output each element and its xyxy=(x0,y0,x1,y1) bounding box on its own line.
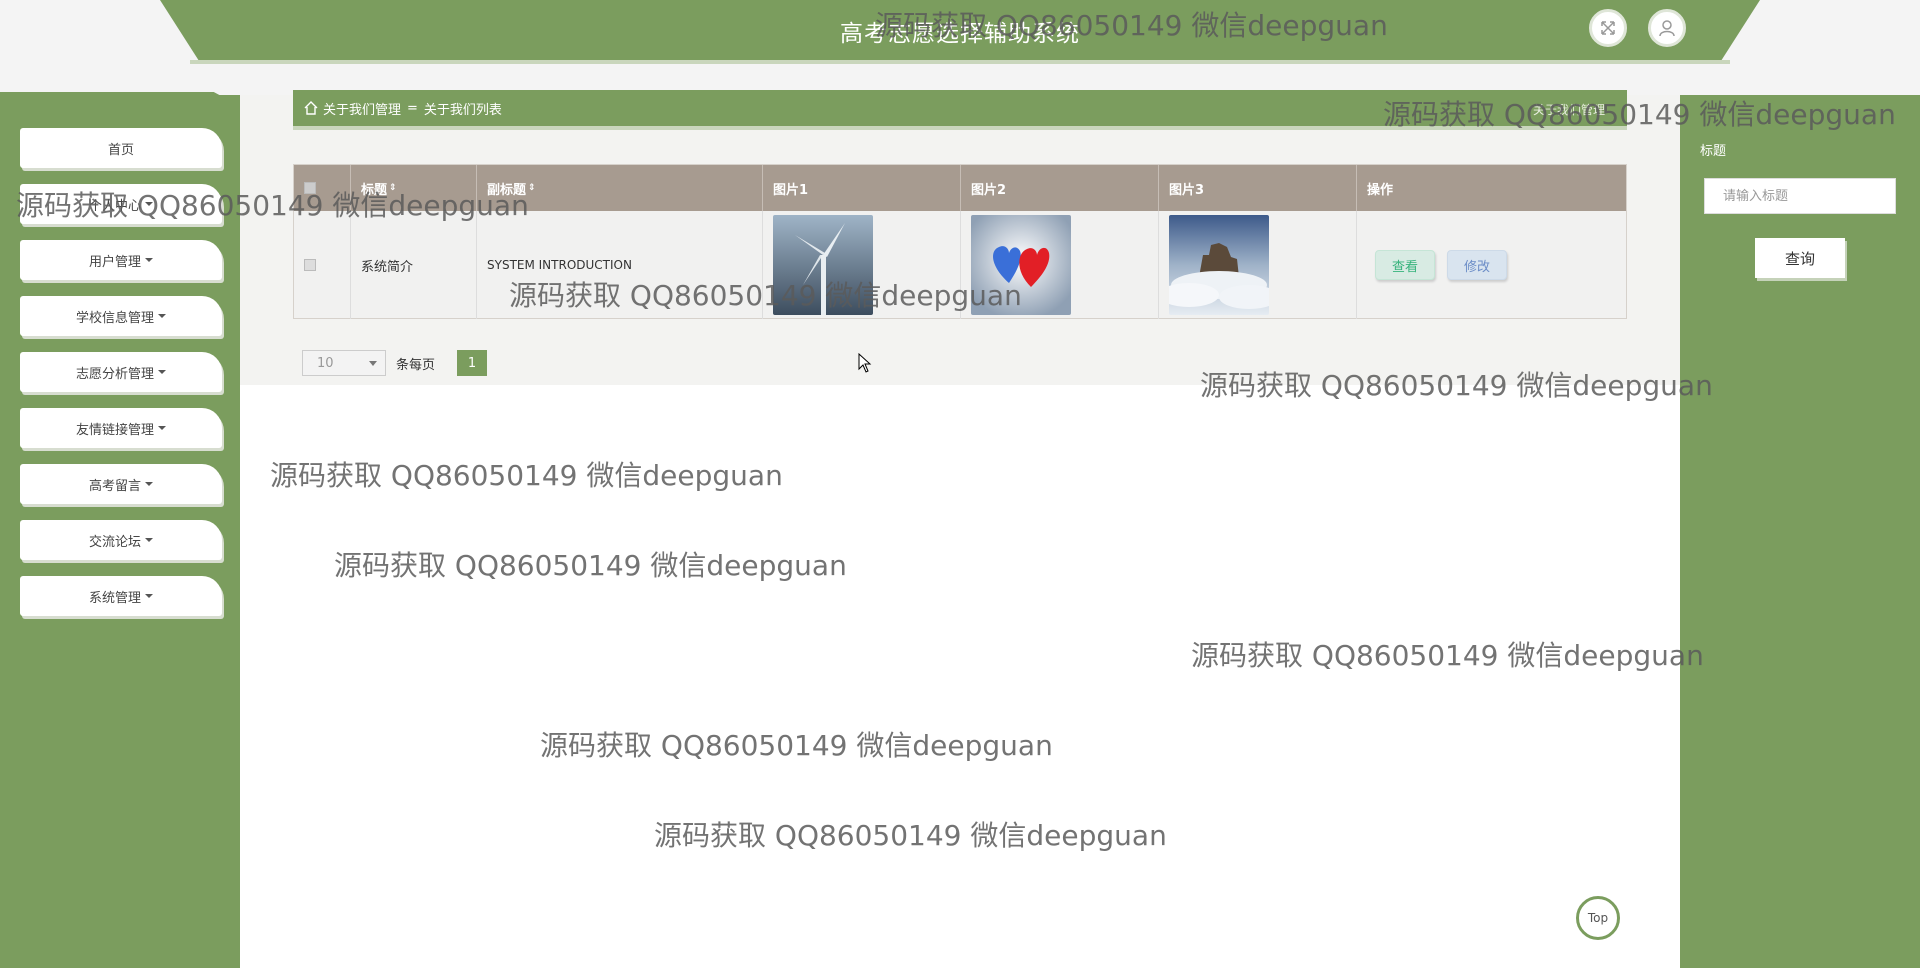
search-button[interactable]: 查询 xyxy=(1755,238,1845,278)
breadcrumb-parent[interactable]: 关于我们管理 xyxy=(323,99,401,118)
sidebar-item[interactable]: 系统管理 xyxy=(20,576,222,616)
breadcrumb-separator: = xyxy=(407,100,418,116)
page-size-select[interactable]: 10 xyxy=(302,350,386,376)
back-to-top-button[interactable]: Top xyxy=(1576,896,1620,940)
search-panel xyxy=(1680,95,1920,968)
sidebar-item-label: 高考留言 xyxy=(88,478,141,494)
row-actions-cell: 查看 修改 xyxy=(1357,211,1626,319)
search-label: 标题 xyxy=(1700,144,1727,159)
app-title: 高考志愿选择辅助系统 xyxy=(840,21,1080,47)
sidebar-item[interactable]: 个人中心 xyxy=(20,184,222,224)
sidebar-item-label: 学校信息管理 xyxy=(75,310,154,326)
row-select-cell xyxy=(294,211,351,319)
column-label: 图片2 xyxy=(971,182,1007,198)
sidebar-item[interactable]: 交流论坛 xyxy=(20,520,222,560)
column-label: 操作 xyxy=(1367,182,1394,198)
breadcrumb-current: 关于我们列表 xyxy=(423,102,502,118)
table-header: 标题 ⇕ 副标题 ⇕ 图片1 图片2 图片3 操作 xyxy=(294,165,1626,211)
column-label: 标题 xyxy=(361,182,388,198)
column-header-title[interactable]: 标题 ⇕ xyxy=(351,165,477,211)
row-image2-cell xyxy=(961,211,1159,319)
select-all-cell xyxy=(294,165,351,211)
page-button-current[interactable]: 1 xyxy=(457,350,487,376)
sidebar-item-label: 志愿分析管理 xyxy=(75,366,154,382)
title-search-input[interactable] xyxy=(1704,178,1896,214)
sidebar-item[interactable]: 用户管理 xyxy=(20,240,222,280)
column-label: 副标题 xyxy=(487,182,527,198)
chevron-down-icon xyxy=(158,370,166,374)
sidebar-item[interactable]: 学校信息管理 xyxy=(20,296,222,336)
sidebar-item-label: 系统管理 xyxy=(88,590,141,606)
edit-button[interactable]: 修改 xyxy=(1447,250,1507,280)
chevron-down-icon xyxy=(145,202,153,206)
wind-turbine-image[interactable] xyxy=(773,215,873,315)
breadcrumb-right-label: 关于我们管理 xyxy=(1532,103,1605,117)
column-header-image1: 图片1 xyxy=(763,165,961,211)
expand-icon xyxy=(1601,21,1615,35)
chevron-down-icon xyxy=(145,258,153,262)
sidebar-item-label: 交流论坛 xyxy=(88,534,141,550)
chevron-down-icon xyxy=(145,538,153,542)
per-page-label: 条每页 xyxy=(396,358,436,373)
row-image1-cell xyxy=(763,211,961,319)
sidebar-item[interactable]: 高考留言 xyxy=(20,464,222,504)
row-image3-cell xyxy=(1159,211,1357,319)
mouse-cursor-icon xyxy=(858,353,872,373)
sidebar-item-label: 首页 xyxy=(107,142,134,158)
row-title: 系统简介 xyxy=(351,211,477,319)
fullscreen-button[interactable] xyxy=(1589,9,1627,47)
user-button[interactable] xyxy=(1648,9,1686,47)
select-all-checkbox[interactable] xyxy=(304,182,316,194)
sidebar-item[interactable]: 友情链接管理 xyxy=(20,408,222,448)
header-divider xyxy=(190,60,1730,64)
hearts-image[interactable] xyxy=(971,215,1071,315)
sidebar-item-label: 个人中心 xyxy=(88,198,141,214)
column-header-image3: 图片3 xyxy=(1159,165,1357,211)
content-blank-area xyxy=(240,385,1680,968)
column-label: 图片1 xyxy=(773,182,809,198)
row-subtitle: SYSTEM INTRODUCTION xyxy=(477,211,763,319)
column-label: 图片3 xyxy=(1169,182,1205,198)
column-header-subtitle[interactable]: 副标题 ⇕ xyxy=(477,165,763,211)
home-icon xyxy=(304,101,318,115)
sidebar-item[interactable]: 志愿分析管理 xyxy=(20,352,222,392)
breadcrumb: 关于我们管理 = 关于我们列表 关于我们管理 xyxy=(293,90,1627,130)
chevron-down-icon xyxy=(158,426,166,430)
row-checkbox[interactable] xyxy=(304,259,316,271)
view-button[interactable]: 查看 xyxy=(1375,250,1435,280)
sidebar-item[interactable]: 首页 xyxy=(20,128,222,168)
data-table: 标题 ⇕ 副标题 ⇕ 图片1 图片2 图片3 操作 系统简介 SYSTEM INTR… xyxy=(293,164,1627,319)
column-header-actions: 操作 xyxy=(1357,165,1626,211)
sort-icon: ⇕ xyxy=(389,183,397,193)
chevron-down-icon xyxy=(145,594,153,598)
user-icon xyxy=(1659,20,1675,37)
sidebar-item-label: 用户管理 xyxy=(88,254,141,270)
chevron-down-icon xyxy=(158,314,166,318)
chevron-down-icon xyxy=(145,482,153,486)
column-header-image2: 图片2 xyxy=(961,165,1159,211)
sort-icon: ⇕ xyxy=(528,183,536,193)
castle-in-clouds-image[interactable] xyxy=(1169,215,1269,315)
sidebar-item-label: 友情链接管理 xyxy=(75,422,154,438)
